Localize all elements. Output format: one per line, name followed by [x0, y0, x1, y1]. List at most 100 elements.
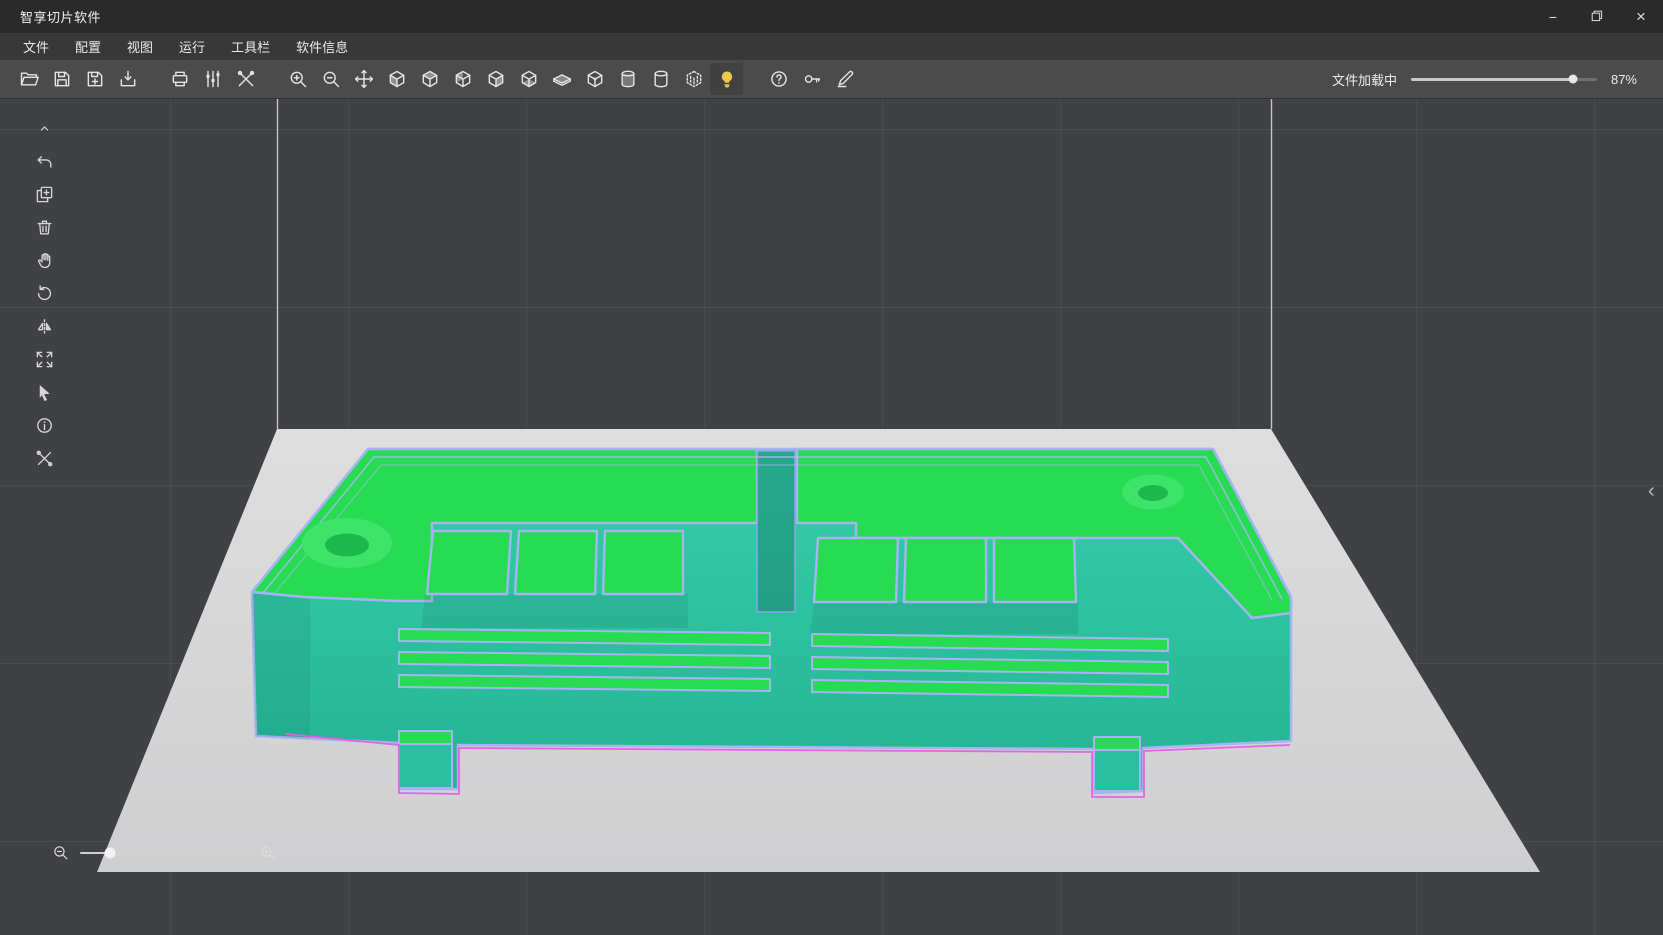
minimize-button[interactable]: −	[1531, 0, 1575, 33]
toolbar-groups	[12, 63, 880, 95]
zoom-out-icon	[321, 69, 341, 89]
toolbar-button-view-right[interactable]	[479, 63, 512, 95]
progress-handle[interactable]	[1568, 75, 1577, 84]
toolbar-button-move-model[interactable]	[347, 63, 380, 95]
printer-settings-icon	[170, 69, 190, 89]
toolbar-button-view-front[interactable]	[380, 63, 413, 95]
file-load-progress: 文件加载中 87%	[1332, 70, 1663, 89]
menu-item-about[interactable]: 软件信息	[283, 33, 361, 60]
duplicate-model-icon	[35, 185, 54, 204]
toolbar-button-view-iso[interactable]	[578, 63, 611, 95]
toolbar-button-open-file[interactable]	[12, 63, 45, 95]
toolbar-button-cylinder-wire[interactable]	[644, 63, 677, 95]
draw-pen-icon	[835, 69, 855, 89]
menu-item-toolbar[interactable]: 工具栏	[218, 33, 283, 60]
cylinder-solid-icon	[618, 69, 638, 89]
toolbar-group-misc	[762, 63, 861, 95]
undo-icon	[35, 152, 54, 171]
tool-model-info-button[interactable]	[26, 410, 62, 440]
toolbar-button-draw-pen[interactable]	[828, 63, 861, 95]
support-lattice-icon	[684, 69, 704, 89]
model-left-face-shade	[252, 592, 310, 739]
restore-button[interactable]	[1575, 0, 1619, 33]
toolbar-button-view-back[interactable]	[413, 63, 446, 95]
menu-item-run[interactable]: 运行	[166, 33, 218, 60]
toolbar-button-view-top[interactable]	[545, 63, 578, 95]
menu-item-view[interactable]: 视图	[114, 33, 166, 60]
progress-fill	[1411, 78, 1573, 81]
tool-select-button[interactable]	[26, 377, 62, 407]
move-model-icon	[354, 69, 374, 89]
right-panel-toggle[interactable]: ‹	[1648, 481, 1662, 501]
toolbar-button-zoom-in[interactable]	[281, 63, 314, 95]
toolbar-button-view-bottom[interactable]	[512, 63, 545, 95]
pocket-top	[603, 531, 683, 594]
close-icon: ×	[1636, 8, 1646, 25]
model[interactable]	[252, 449, 1291, 793]
rotate-view-icon	[35, 284, 54, 303]
import-model-icon	[118, 69, 138, 89]
toolbar-button-support-lattice[interactable]	[677, 63, 710, 95]
pocket-shade-left	[421, 594, 688, 628]
zoom-slider-handle[interactable]	[105, 847, 116, 858]
minimize-icon: −	[1549, 10, 1557, 24]
view-back-icon	[420, 69, 440, 89]
foot-left-top	[399, 731, 452, 744]
foot-right-top	[1094, 737, 1140, 750]
toolbar-button-save-file[interactable]	[45, 63, 78, 95]
toolbar-button-machine-tools[interactable]	[229, 63, 262, 95]
save-as-icon	[85, 69, 105, 89]
help-icon	[769, 69, 789, 89]
toolbar-button-light-toggle[interactable]	[710, 63, 743, 95]
toolbar-button-printer-settings[interactable]	[163, 63, 196, 95]
tool-collapse-up-button[interactable]	[26, 113, 62, 143]
tool-delete-model-button[interactable]	[26, 212, 62, 242]
zoom-slider-track[interactable]	[80, 852, 248, 854]
view-front-icon	[387, 69, 407, 89]
tool-mirror-model-button[interactable]	[26, 311, 62, 341]
collapse-up-icon	[37, 121, 52, 136]
toolbar-button-save-as[interactable]	[78, 63, 111, 95]
toolbar-button-license-key[interactable]	[795, 63, 828, 95]
view-bottom-icon	[519, 69, 539, 89]
zoom-in-icon[interactable]	[259, 844, 276, 861]
light-toggle-icon	[717, 69, 737, 89]
view-left-icon	[453, 69, 473, 89]
view-right-icon	[486, 69, 506, 89]
toolbar-button-zoom-out[interactable]	[314, 63, 347, 95]
toolbar-group-settings	[163, 63, 262, 95]
vent-slat	[399, 675, 770, 691]
zoom-out-icon[interactable]	[52, 844, 69, 861]
titlebar: 智享切片软件 − ×	[0, 0, 1663, 33]
progress-label: 文件加载中	[1332, 70, 1397, 89]
select-icon	[35, 383, 54, 402]
machine-tools-icon	[236, 69, 256, 89]
tool-duplicate-model-button[interactable]	[26, 179, 62, 209]
vent-slat	[399, 629, 770, 645]
tool-undo-button[interactable]	[26, 146, 62, 176]
progress-slider[interactable]	[1411, 78, 1597, 81]
parameter-sliders-icon	[203, 69, 223, 89]
pocket-top	[427, 531, 511, 594]
toolbar-button-help[interactable]	[762, 63, 795, 95]
window-title: 智享切片软件	[0, 7, 101, 26]
close-button[interactable]: ×	[1619, 0, 1663, 33]
pocket-top	[515, 531, 597, 594]
tool-pan-button[interactable]	[26, 245, 62, 275]
tool-repair-model-button[interactable]	[26, 443, 62, 473]
toolbar-button-parameter-sliders[interactable]	[196, 63, 229, 95]
viewport-3d[interactable]: ‹	[0, 99, 1663, 935]
menu-item-config[interactable]: 配置	[62, 33, 114, 60]
license-key-icon	[802, 69, 822, 89]
toolbar-button-view-left[interactable]	[446, 63, 479, 95]
tool-rotate-view-button[interactable]	[26, 278, 62, 308]
foot-left-front	[399, 744, 452, 788]
toolbar-button-import-model[interactable]	[111, 63, 144, 95]
progress-percent: 87%	[1611, 72, 1637, 87]
tool-fit-view-button[interactable]	[26, 344, 62, 374]
pocket-top	[904, 538, 986, 602]
app-window: 智享切片软件 − × 文件配置视图运行工具栏软件信息 文件加载中	[0, 0, 1663, 935]
toolbar-button-cylinder-solid[interactable]	[611, 63, 644, 95]
scene-canvas[interactable]	[0, 99, 1663, 935]
menu-item-file[interactable]: 文件	[10, 33, 62, 60]
